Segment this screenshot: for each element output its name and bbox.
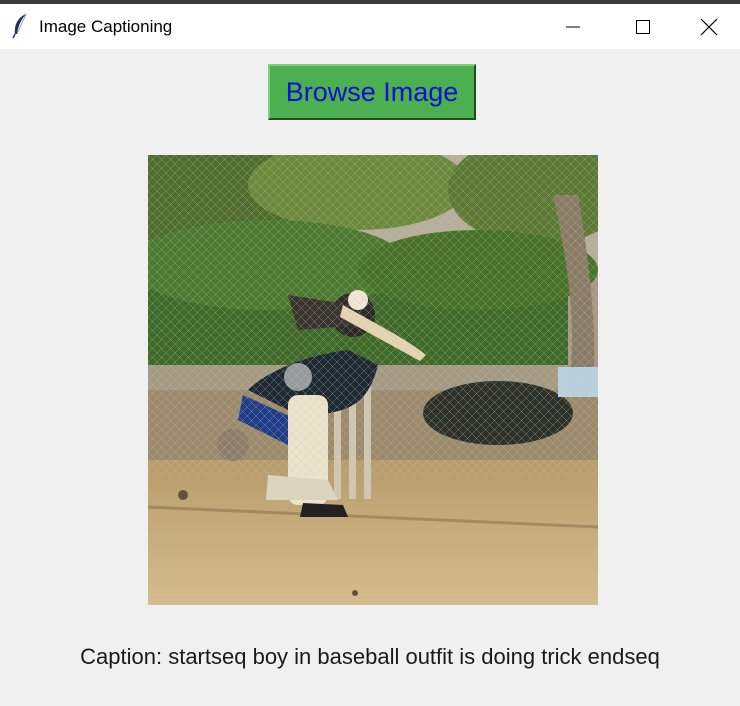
cricket-photo: [148, 155, 598, 605]
maximize-button[interactable]: [608, 4, 678, 49]
minimize-icon: [566, 26, 580, 27]
displayed-image: [148, 155, 598, 605]
maximize-icon: [636, 19, 650, 34]
minimize-button[interactable]: [538, 4, 608, 49]
app-window: Image Captioning Browse Image Caption: s…: [0, 4, 740, 706]
feather-icon: [12, 13, 27, 39]
browse-image-label: Browse Image: [285, 76, 459, 107]
close-icon: [700, 18, 718, 35]
title-bar[interactable]: Image Captioning: [0, 4, 740, 49]
browse-image-button[interactable]: Browse Image: [268, 64, 476, 120]
caption-label: Caption: startseq boy in baseball outfit…: [80, 644, 660, 669]
close-button[interactable]: [678, 4, 740, 49]
window-title: Image Captioning: [39, 17, 173, 36]
